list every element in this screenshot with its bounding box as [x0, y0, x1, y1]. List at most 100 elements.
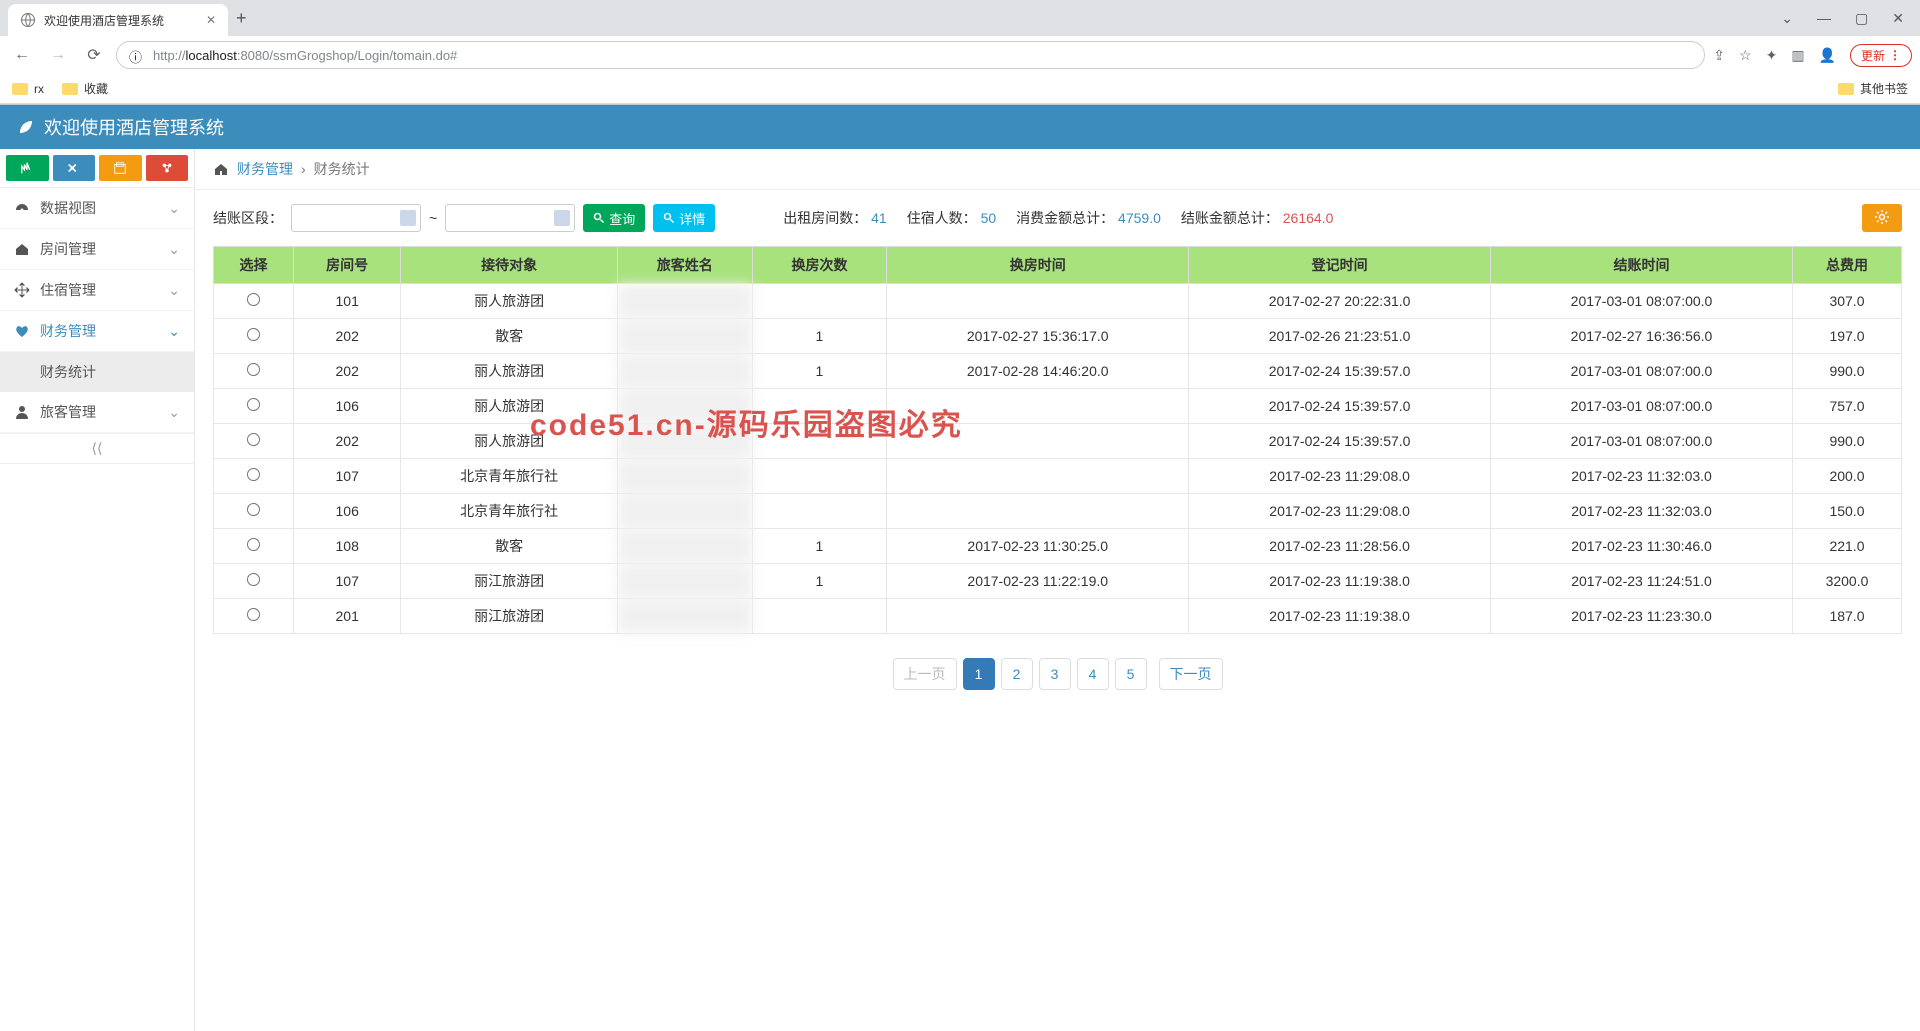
change-count-cell	[752, 494, 887, 529]
object-cell: 丽江旅游团	[401, 564, 618, 599]
home-icon	[14, 241, 30, 257]
fee-cell: 990.0	[1792, 354, 1901, 389]
panel-icon[interactable]: ▥	[1791, 47, 1804, 64]
date-from-input[interactable]	[291, 204, 421, 232]
address-bar[interactable]: ⓘ http:// localhost :8080 /ssmGrogshop/L…	[116, 41, 1705, 69]
close-icon[interactable]: ✕	[206, 13, 216, 27]
select-cell[interactable]	[214, 459, 294, 494]
chevron-down-icon: ⌄	[168, 323, 180, 340]
sidebar-item-guest-mgmt[interactable]: 旅客管理⌄	[0, 392, 194, 433]
forward-button[interactable]: →	[44, 46, 72, 64]
page-1[interactable]: 1	[963, 658, 995, 690]
row-radio[interactable]	[247, 538, 260, 551]
sidebar-item-finance-mgmt[interactable]: 财务管理⌄	[0, 311, 194, 352]
change-count-cell	[752, 424, 887, 459]
guest-name-cell	[617, 529, 752, 564]
search-button[interactable]: 查询	[583, 204, 645, 232]
select-cell[interactable]	[214, 424, 294, 459]
select-cell[interactable]	[214, 529, 294, 564]
row-radio[interactable]	[247, 293, 260, 306]
table-row: 107 丽江旅游团 1 2017-02-23 11:22:19.0 2017-0…	[214, 564, 1902, 599]
row-radio[interactable]	[247, 608, 260, 621]
select-cell[interactable]	[214, 354, 294, 389]
register-time-cell: 2017-02-24 15:39:57.0	[1189, 389, 1491, 424]
fee-cell: 197.0	[1792, 319, 1901, 354]
breadcrumb-link-finance[interactable]: 财务管理	[237, 159, 293, 179]
row-radio[interactable]	[247, 503, 260, 516]
star-icon[interactable]: ☆	[1739, 47, 1752, 64]
fee-cell: 200.0	[1792, 459, 1901, 494]
share-icon[interactable]: ⇪	[1713, 47, 1725, 64]
date-to-input[interactable]	[445, 204, 575, 232]
sidebar-subitem-finance-stats[interactable]: 财务统计	[0, 352, 194, 392]
sidebar-item-stay-mgmt[interactable]: 住宿管理⌄	[0, 270, 194, 311]
reload-button[interactable]: ⟳	[80, 45, 108, 65]
new-tab-button[interactable]: +	[236, 8, 247, 29]
browser-chrome: 欢迎使用酒店管理系统 ✕ + ⌄ — ▢ ✕ ← → ⟳ ⓘ http:// l…	[0, 0, 1920, 105]
column-header: 结账时间	[1491, 247, 1793, 284]
change-time-cell: 2017-02-23 11:22:19.0	[887, 564, 1189, 599]
pagination: 上一页 12345 下一页	[195, 634, 1920, 714]
select-cell[interactable]	[214, 564, 294, 599]
back-button[interactable]: ←	[8, 46, 36, 64]
fee-cell: 3200.0	[1792, 564, 1901, 599]
page-3[interactable]: 3	[1039, 658, 1071, 690]
settings-button[interactable]	[1862, 204, 1902, 232]
home-icon[interactable]	[213, 161, 229, 177]
theme-orange[interactable]	[99, 155, 142, 181]
next-page[interactable]: 下一页	[1159, 658, 1223, 690]
close-window-icon[interactable]: ✕	[1892, 10, 1904, 27]
profile-icon[interactable]: 👤	[1819, 47, 1836, 64]
detail-button[interactable]: 详情	[653, 204, 715, 232]
select-cell[interactable]	[214, 319, 294, 354]
chevron-down-icon[interactable]: ⌄	[1781, 10, 1793, 27]
update-button[interactable]: 更新 ⋮	[1850, 44, 1912, 67]
breadcrumb: 财务管理 › 财务统计	[195, 149, 1920, 190]
browser-tab[interactable]: 欢迎使用酒店管理系统 ✕	[8, 4, 228, 36]
theme-buttons	[0, 149, 194, 188]
row-radio[interactable]	[247, 363, 260, 376]
page-2[interactable]: 2	[1001, 658, 1033, 690]
change-time-cell: 2017-02-28 14:46:20.0	[887, 354, 1189, 389]
select-cell[interactable]	[214, 284, 294, 319]
object-cell: 北京青年旅行社	[401, 459, 618, 494]
theme-red[interactable]	[146, 155, 189, 181]
row-radio[interactable]	[247, 573, 260, 586]
row-radio[interactable]	[247, 468, 260, 481]
table-row: 202 丽人旅游团 2017-02-24 15:39:57.0 2017-03-…	[214, 424, 1902, 459]
table-row: 106 北京青年旅行社 2017-02-23 11:29:08.0 2017-0…	[214, 494, 1902, 529]
other-bookmarks[interactable]: 其他书签	[1838, 80, 1908, 97]
select-cell[interactable]	[214, 494, 294, 529]
table-row: 101 丽人旅游团 2017-02-27 20:22:31.0 2017-03-…	[214, 284, 1902, 319]
row-radio[interactable]	[247, 328, 260, 341]
select-cell[interactable]	[214, 599, 294, 634]
app-title: 欢迎使用酒店管理系统	[44, 114, 224, 140]
register-time-cell: 2017-02-24 15:39:57.0	[1189, 424, 1491, 459]
maximize-icon[interactable]: ▢	[1855, 10, 1868, 27]
change-time-cell: 2017-02-27 15:36:17.0	[887, 319, 1189, 354]
page-4[interactable]: 4	[1077, 658, 1109, 690]
sidebar-item-data-view[interactable]: 数据视图⌄	[0, 188, 194, 229]
theme-blue[interactable]	[53, 155, 96, 181]
sidebar-item-room-mgmt[interactable]: 房间管理⌄	[0, 229, 194, 270]
select-cell[interactable]	[214, 389, 294, 424]
fee-cell: 990.0	[1792, 424, 1901, 459]
change-time-cell	[887, 424, 1189, 459]
extensions-icon[interactable]: ✦	[1766, 47, 1778, 64]
minimize-icon[interactable]: —	[1817, 10, 1831, 27]
stats-summary: 出租房间数： 41 住宿人数： 50 消费金额总计： 4759.0 结账金额总计…	[783, 208, 1333, 228]
finance-table: 选择房间号接待对象旅客姓名换房次数换房时间登记时间结账时间总费用 101 丽人旅…	[213, 246, 1902, 634]
page-5[interactable]: 5	[1115, 658, 1147, 690]
register-time-cell: 2017-02-27 20:22:31.0	[1189, 284, 1491, 319]
bookmark-fav[interactable]: 收藏	[62, 80, 108, 97]
room-cell: 202	[294, 424, 401, 459]
theme-green[interactable]	[6, 155, 49, 181]
row-radio[interactable]	[247, 433, 260, 446]
dashboard-icon	[14, 200, 30, 216]
user-icon	[14, 404, 30, 420]
bookmark-rx[interactable]: rx	[12, 82, 44, 96]
prev-page[interactable]: 上一页	[893, 658, 957, 690]
register-time-cell: 2017-02-23 11:29:08.0	[1189, 459, 1491, 494]
collapse-sidebar-button[interactable]: ⟨⟨	[0, 433, 194, 464]
row-radio[interactable]	[247, 398, 260, 411]
